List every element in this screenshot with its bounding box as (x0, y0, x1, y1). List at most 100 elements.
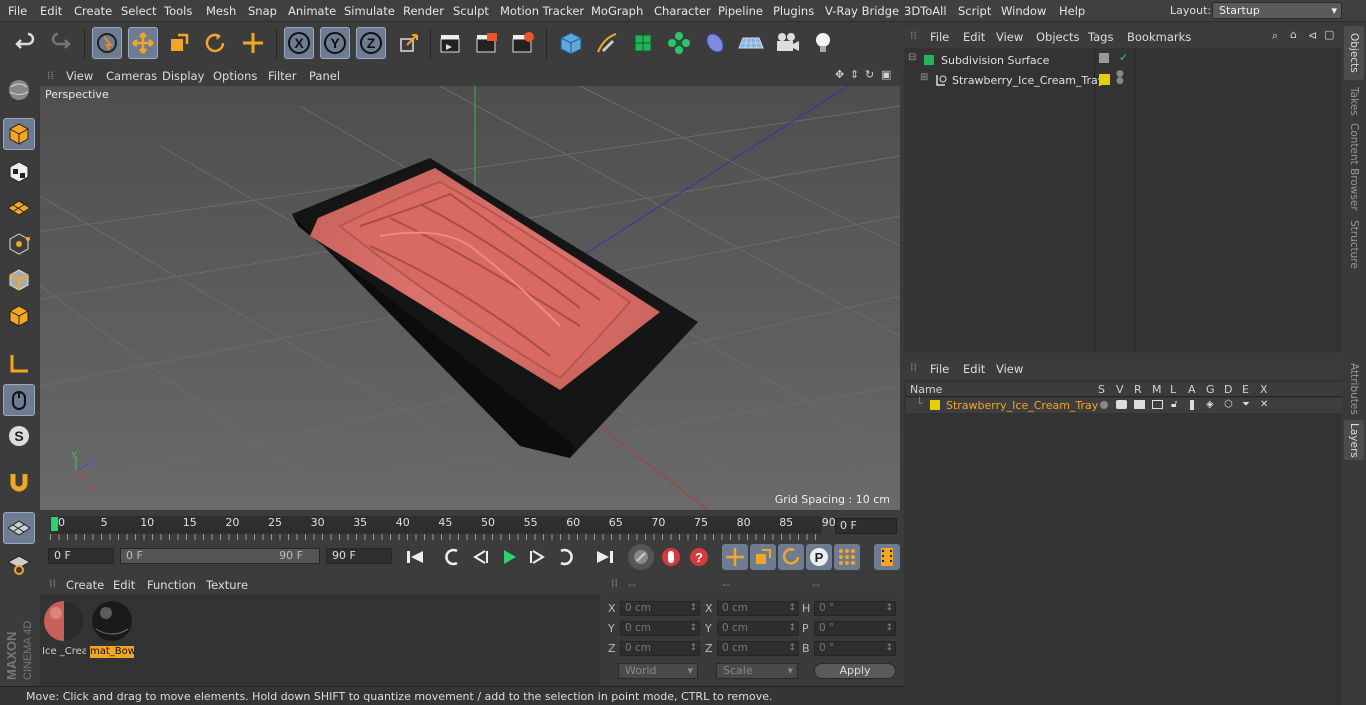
render-view-button[interactable] (436, 27, 466, 59)
layer-color-swatch[interactable] (930, 400, 940, 410)
workplane-mode-button[interactable] (3, 192, 35, 224)
timeline-window-button[interactable] (874, 544, 900, 570)
viewport-rotate-icon[interactable]: ↻ (865, 68, 874, 81)
material-menu-edit[interactable]: Edit (113, 578, 135, 592)
size-x-field[interactable]: 0 cm (717, 601, 799, 616)
column-view[interactable]: V (1116, 383, 1124, 396)
solo-button[interactable]: S (3, 420, 35, 452)
tab-takes[interactable]: Takes (1344, 82, 1364, 120)
menu-edit[interactable]: Edit (40, 4, 62, 18)
menu-render[interactable]: Render (403, 4, 444, 18)
model-mode-button[interactable] (3, 118, 35, 150)
size-z-field[interactable]: 0 cm (717, 641, 799, 656)
prev-keyframe-button[interactable] (440, 544, 466, 570)
deformer-button[interactable] (700, 27, 730, 59)
menu-plugins[interactable]: Plugins (773, 4, 814, 18)
next-keyframe-button[interactable] (552, 544, 578, 570)
tab-structure[interactable]: Structure (1344, 216, 1364, 272)
coord-system-dropdown[interactable]: World ▾ (618, 663, 698, 679)
add-cube-button[interactable] (556, 27, 586, 59)
column-render[interactable]: R (1134, 383, 1142, 396)
column-animation[interactable]: A (1188, 383, 1196, 396)
material-swatch-bowl[interactable]: mat_Bow (90, 599, 134, 658)
deformer-icon[interactable]: ⬡ (1224, 399, 1233, 410)
lm-menu-view[interactable]: View (996, 362, 1023, 376)
undo-button[interactable] (10, 27, 40, 59)
menu-animate[interactable]: Animate (288, 4, 336, 18)
cloner-button[interactable] (664, 27, 694, 59)
menu-sculpt[interactable]: Sculpt (453, 4, 489, 18)
om-menu-objects[interactable]: Objects (1036, 30, 1079, 44)
position-y-field[interactable]: 0 cm (620, 621, 700, 636)
next-frame-button[interactable] (524, 544, 550, 570)
maximize-icon[interactable]: ▢ (1324, 28, 1334, 41)
tweak-mode-button[interactable] (3, 384, 35, 416)
object-row-subdivision[interactable]: ⊟ Subdivision Surface ✓ (904, 51, 1342, 69)
rotation-h-field[interactable]: 0 ° (814, 601, 896, 616)
column-solo[interactable]: S (1098, 383, 1105, 396)
key-rotation-button[interactable] (778, 544, 804, 570)
snap-button[interactable] (3, 466, 35, 498)
solo-dot-icon[interactable] (1100, 401, 1108, 409)
prev-frame-button[interactable] (468, 544, 494, 570)
lm-menu-edit[interactable]: Edit (963, 362, 985, 376)
frame-range-slider[interactable]: 0 F 90 F (120, 548, 320, 564)
record-disabled-button[interactable] (628, 544, 654, 570)
y-axis-lock-button[interactable]: Y (320, 27, 350, 59)
viewport-menu-display[interactable]: Display (162, 69, 204, 83)
column-deformers[interactable]: D (1224, 383, 1232, 396)
autokey-button[interactable]: ? (686, 544, 712, 570)
layer-row[interactable]: └ Strawberry_Ice_Cream_Tray 🔓︎ ◈ ⬡ ⏷ ✕ (906, 397, 1342, 413)
tab-attributes[interactable]: Attributes (1344, 360, 1364, 418)
column-locked[interactable]: L (1170, 383, 1176, 396)
menu-snap[interactable]: Snap (248, 4, 277, 18)
position-x-field[interactable]: 0 cm (620, 601, 700, 616)
column-manager[interactable]: M (1152, 383, 1162, 396)
subdivision-surface-button[interactable] (628, 27, 658, 59)
start-frame-field[interactable]: 0 F (48, 548, 114, 564)
edges-mode-button[interactable] (3, 264, 35, 296)
axis-mode-button[interactable] (3, 348, 35, 380)
recent-tool-button[interactable] (238, 27, 268, 59)
expand-icon[interactable]: ⊞ (920, 72, 928, 83)
menu-simulate[interactable]: Simulate (344, 4, 395, 18)
tab-content-browser[interactable]: Content Browser (1344, 122, 1364, 212)
timeline-ruler[interactable]: 0 5 10 15 20 25 30 35 40 45 50 55 60 65 70 75 80 85 90 0 F (40, 512, 902, 542)
enabled-check-icon[interactable]: ✓ (1119, 51, 1128, 64)
xref-icon[interactable]: ✕ (1260, 399, 1268, 410)
key-parameter-button[interactable]: P (806, 544, 832, 570)
om-menu-file[interactable]: File (930, 30, 949, 44)
floor-button[interactable] (736, 27, 766, 59)
material-swatch-icecream[interactable]: Ice _Crea (42, 599, 86, 657)
render-settings-button[interactable] (508, 27, 538, 59)
om-menu-bookmarks[interactable]: Bookmarks (1127, 30, 1191, 44)
tab-objects[interactable]: Objects (1344, 26, 1364, 80)
visibility-dots-icon[interactable] (1099, 53, 1109, 63)
3d-viewport[interactable]: Y Z X Perspective Grid Spacing : 10 cm (40, 86, 900, 510)
lm-menu-file[interactable]: File (930, 362, 949, 376)
collapse-icon[interactable]: ⊟ (908, 52, 916, 63)
goto-end-button[interactable] (592, 544, 618, 570)
rotation-p-field[interactable]: 0 ° (814, 621, 896, 636)
polygons-mode-button[interactable] (3, 300, 35, 332)
object-row-tray[interactable]: ⊞ Strawberry_Ice_Cream_Tray ● ● (904, 70, 1342, 89)
scale-tool-button[interactable] (164, 27, 194, 59)
position-z-field[interactable]: 0 cm (620, 641, 700, 656)
generator-icon[interactable]: ◈ (1206, 399, 1214, 410)
points-mode-button[interactable] (3, 228, 35, 260)
size-mode-dropdown[interactable]: Scale ▾ (716, 663, 798, 679)
key-scale-button[interactable] (750, 544, 776, 570)
z-axis-lock-button[interactable]: Z (356, 27, 386, 59)
om-menu-edit[interactable]: Edit (963, 30, 985, 44)
visibility-dots-icon[interactable]: ● ● (1116, 70, 1124, 86)
animation-icon[interactable] (1190, 400, 1194, 410)
key-position-button[interactable] (722, 544, 748, 570)
x-axis-lock-button[interactable]: X (284, 27, 314, 59)
coordinate-system-button[interactable] (394, 27, 424, 59)
menu-character[interactable]: Character (654, 4, 711, 18)
layer-color-swatch[interactable] (1099, 74, 1110, 85)
search-icon[interactable]: ⌕ (1272, 29, 1278, 43)
camera-button[interactable] (772, 27, 802, 59)
column-xref[interactable]: X (1260, 383, 1268, 396)
menu-script[interactable]: Script (958, 4, 991, 18)
